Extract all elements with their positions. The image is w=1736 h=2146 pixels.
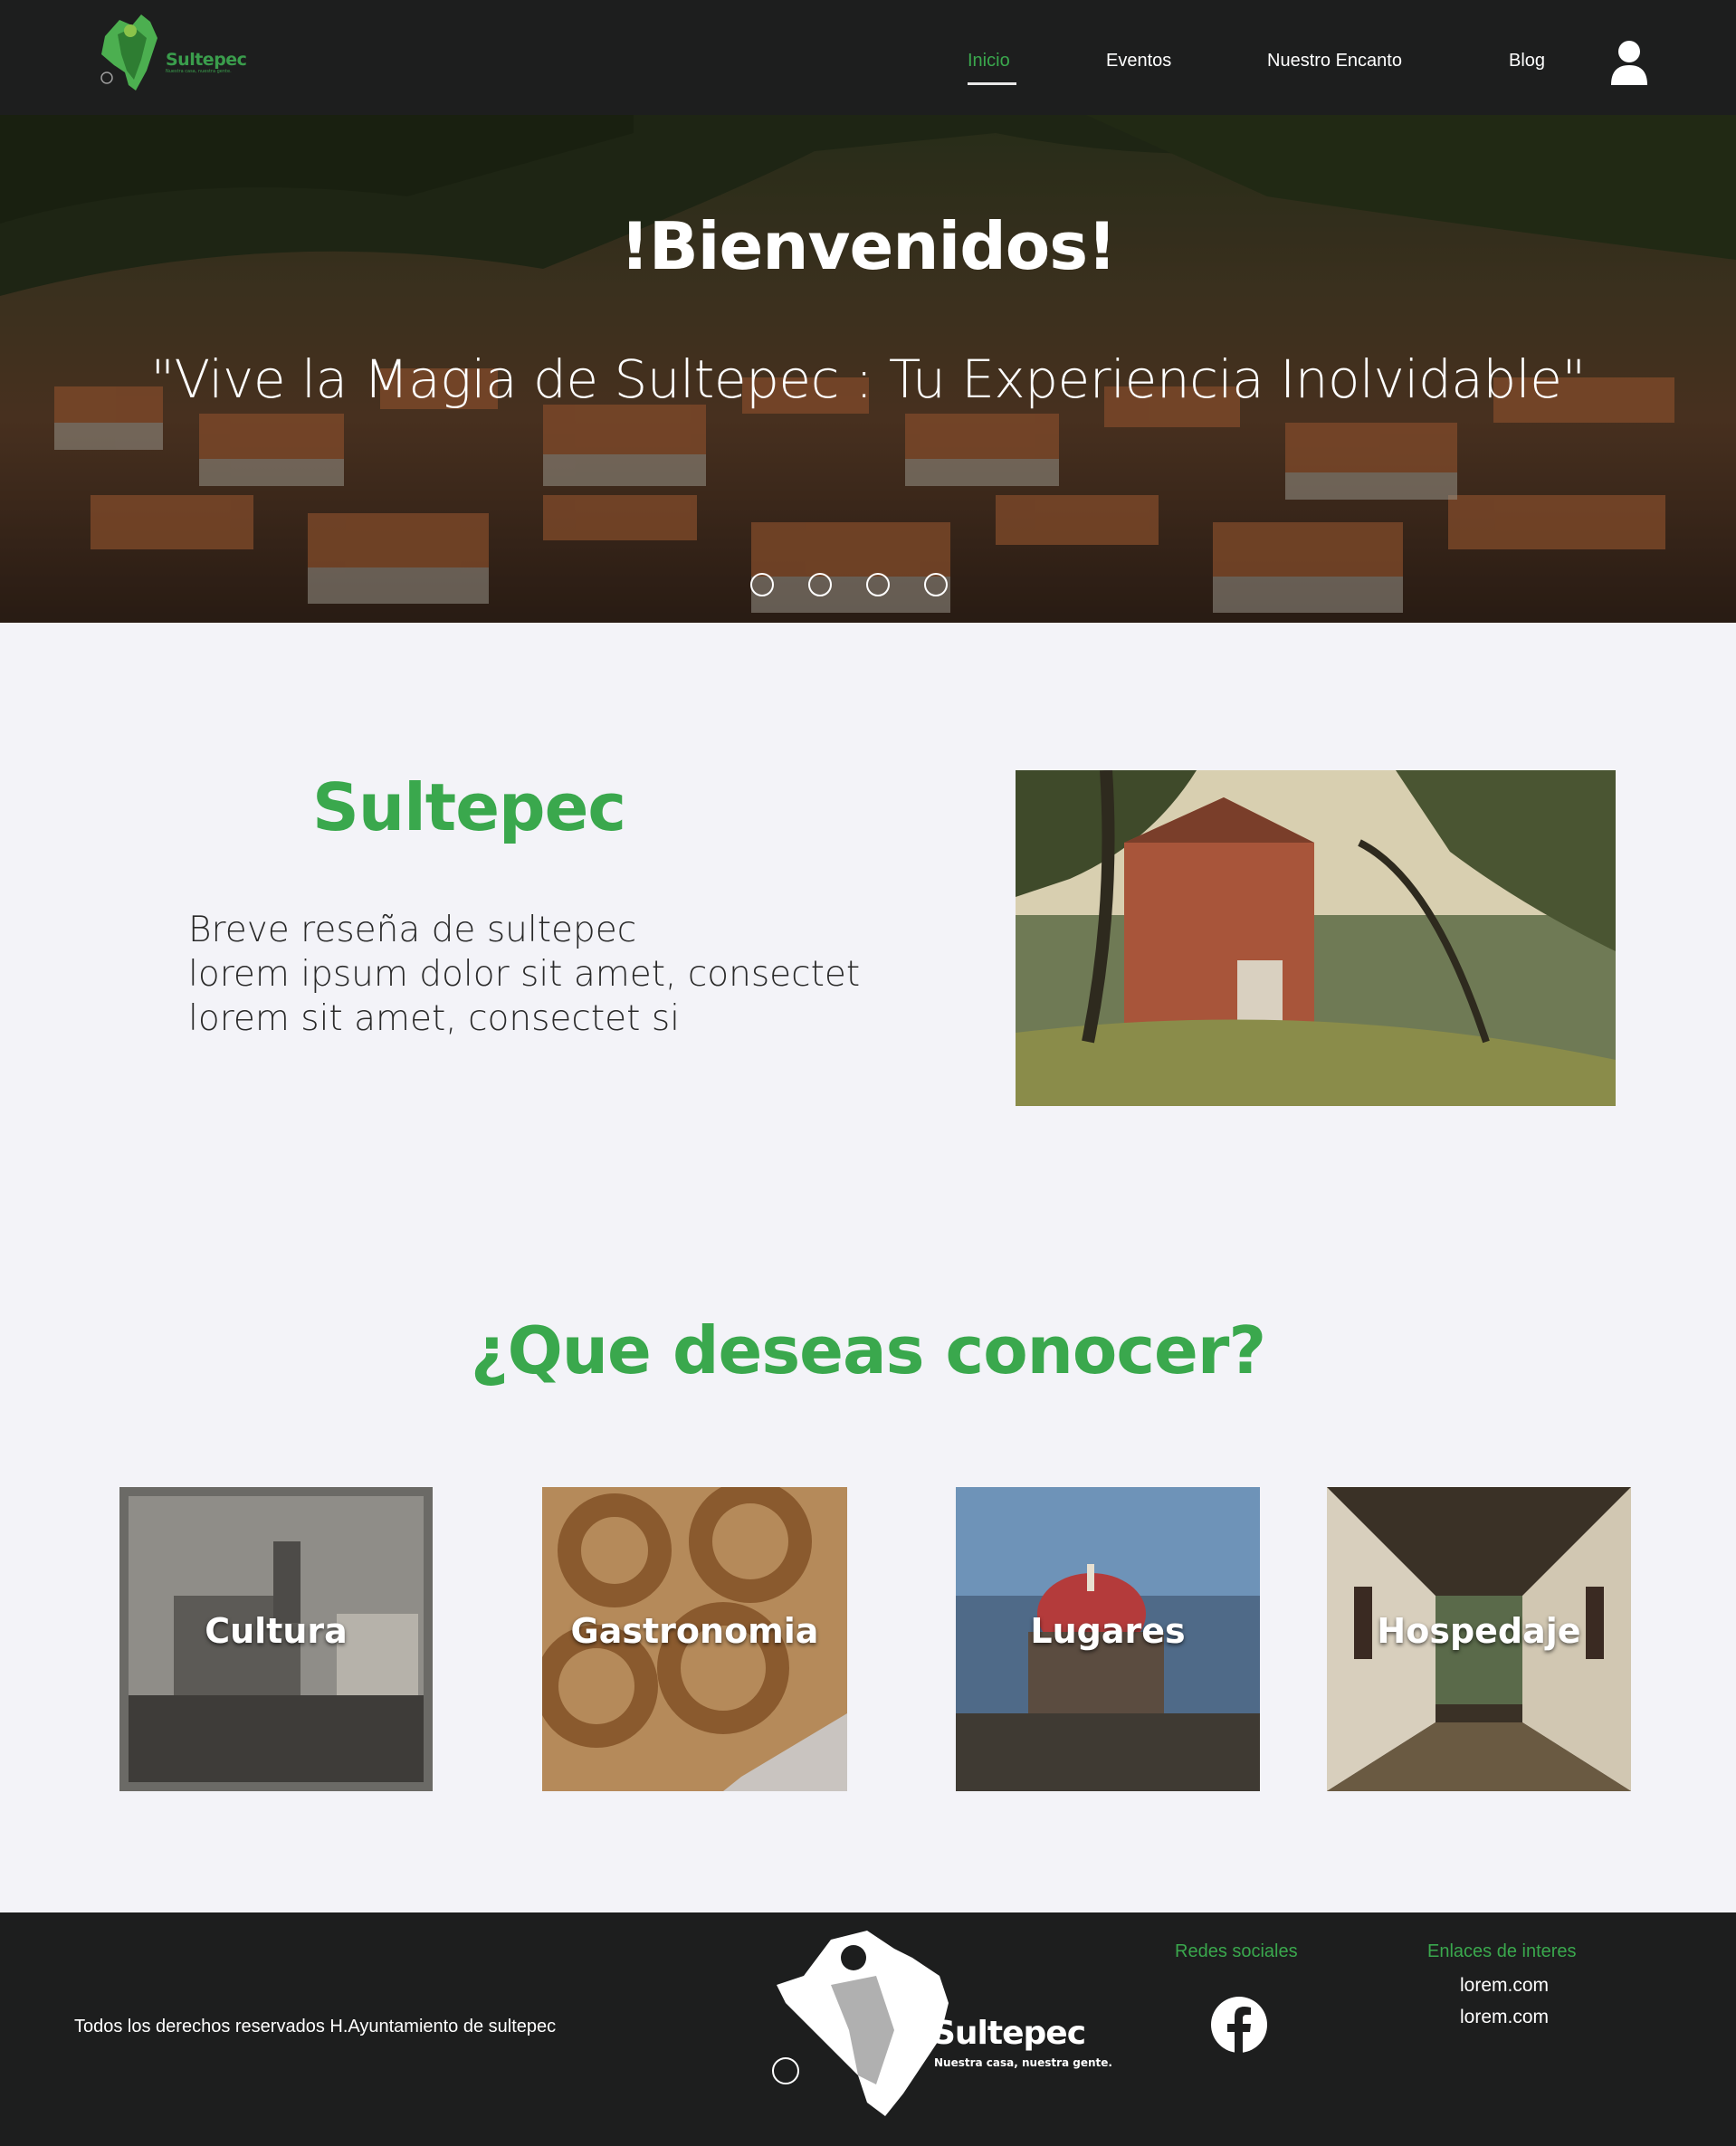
site-header: Sultepec Nuestra casa, nuestra gente. In… [0,0,1736,115]
footer-logo-text: Sultepec [932,2015,1086,2052]
user-icon[interactable] [1609,40,1649,85]
card-label: Lugares [1030,1611,1186,1651]
nav-blog[interactable]: Blog [1509,51,1545,72]
carousel-dot-1[interactable] [750,573,774,596]
logo-text: Sultepec [166,50,247,70]
carousel-dot-3[interactable] [866,573,890,596]
nav-inicio[interactable]: Inicio [968,51,1010,72]
nav-nuestro-encanto[interactable]: Nuestro Encanto [1267,51,1402,72]
logo-tagline: Nuestra casa, nuestra gente. [166,69,232,74]
hero-subtitle: "Vive la Magia de Sultepec : Tu Experien… [150,348,1586,410]
about-line: lorem ipsum dolor sit amet, consectet [188,954,861,995]
nav-active-underline [968,82,1016,85]
social-heading: Redes sociales [1175,1941,1298,1961]
card-cultura[interactable]: Cultura [119,1487,433,1791]
facebook-icon[interactable] [1210,1996,1268,2054]
about-line: Breve reseña de sultepec [188,910,637,950]
footer-logo-tagline: Nuestra casa, nuestra gente. [934,2056,1112,2069]
card-label: Cultura [205,1611,348,1651]
explore-title: ¿Que deseas conocer? [470,1312,1266,1388]
copyright-text: Todos los derechos reservados H.Ayuntami… [74,2017,557,2036]
about-image [1016,770,1616,1106]
card-label: Hospedaje [1377,1611,1581,1651]
carousel-dot-2[interactable] [808,573,832,596]
about-description: Breve reseña de sultepec lorem ipsum dol… [188,908,860,1041]
card-label: Gastronomia [570,1611,819,1651]
carousel-dot-4[interactable] [924,573,948,596]
footer-link[interactable]: lorem.com [1460,2007,1549,2028]
nav-eventos[interactable]: Eventos [1106,51,1171,72]
card-gastronomia[interactable]: Gastronomia [542,1487,847,1791]
hero-title: !Bienvenidos! [620,208,1117,284]
card-lugares[interactable]: Lugares [956,1487,1260,1791]
about-line: lorem sit amet, consectet si [188,998,680,1039]
about-title: Sultepec [312,769,626,845]
card-hospedaje[interactable]: Hospedaje [1327,1487,1631,1791]
footer-link[interactable]: lorem.com [1460,1975,1549,1997]
hero-banner: !Bienvenidos! "Vive la Magia de Sultepec… [0,115,1736,623]
links-heading: Enlaces de interes [1427,1941,1577,1961]
